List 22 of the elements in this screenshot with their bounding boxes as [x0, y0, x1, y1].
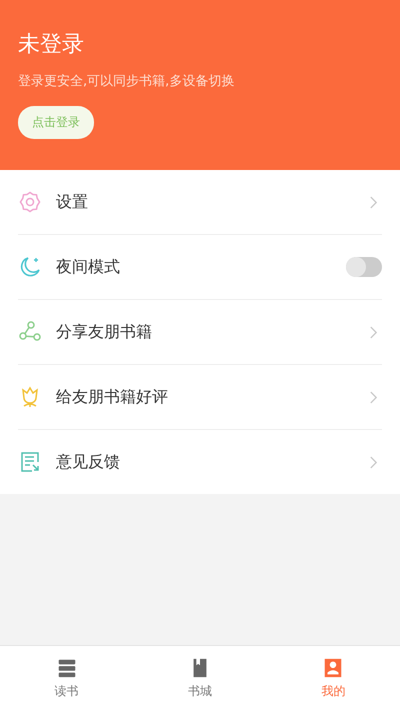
menu-item[interactable]: 给友朋书籍好评 — [18, 365, 382, 430]
menu-label: 夜间模式 — [56, 256, 121, 278]
profile-icon — [322, 657, 344, 679]
chevron-right-icon — [369, 324, 378, 340]
menu-label: 分享友朋书籍 — [56, 322, 153, 342]
tab-item[interactable]: 书城 — [133, 646, 267, 711]
menu-label: 意见反馈 — [56, 452, 121, 472]
menu-item[interactable]: 意见反馈 — [18, 430, 382, 494]
gear-icon — [18, 190, 42, 214]
chevron-right-icon — [369, 390, 378, 404]
login-status-title: 未登录 — [18, 31, 84, 59]
chevron-right-icon — [369, 454, 378, 470]
chevron-right-icon — [369, 194, 378, 210]
menu-item[interactable]: 夜间模式 — [18, 235, 382, 300]
moon-icon — [18, 255, 42, 279]
menu-label: 给友朋书籍好评 — [56, 386, 169, 408]
menu-label: 设置 — [56, 192, 89, 212]
menu-item[interactable]: 设置 — [18, 170, 382, 235]
toggle-switch[interactable] — [346, 257, 382, 277]
login-hint-text: 登录更安全,可以同步书籍,多设备切换 — [18, 73, 234, 90]
tab-item[interactable]: 读书 — [0, 646, 134, 711]
menu-item[interactable]: 分享友朋书籍 — [18, 300, 382, 365]
